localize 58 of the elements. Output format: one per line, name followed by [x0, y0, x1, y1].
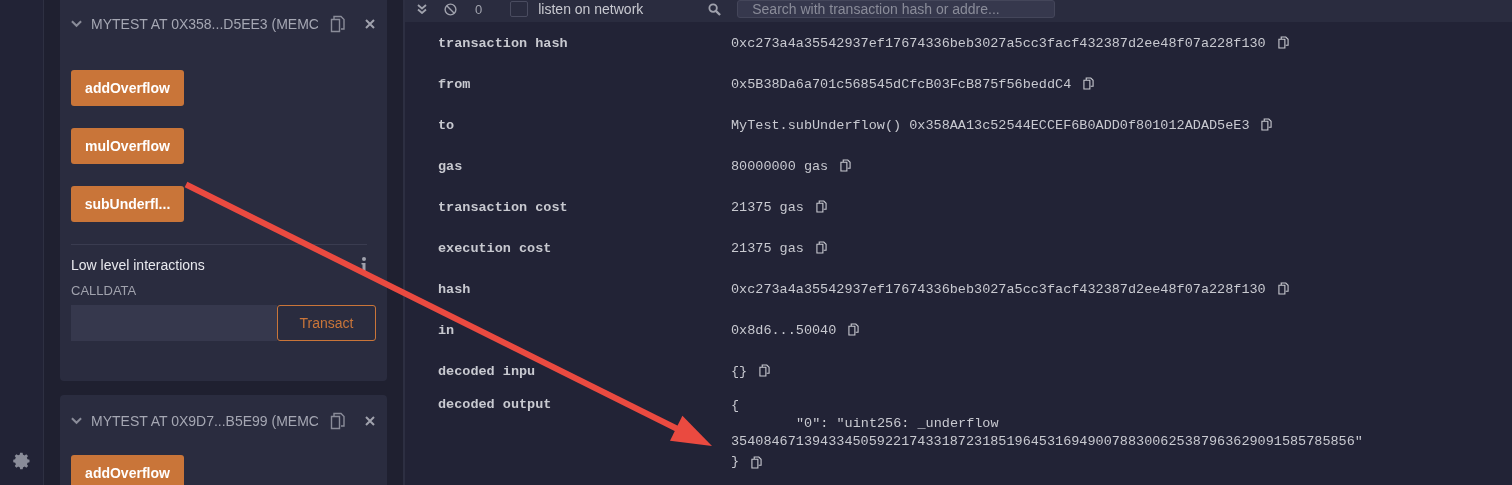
function-button[interactable]: subUnderfl...: [71, 186, 184, 222]
field-value: MyTest.subUnderflow() 0x358AA13c52544ECCEF6B0ADD0f801012ADAD5eE3: [731, 118, 1250, 133]
calldata-field[interactable]: [71, 305, 277, 341]
field-label: hash: [438, 283, 471, 296]
copy-icon[interactable]: [1083, 77, 1095, 90]
field-value: 0xc273a4a35542937ef17674336beb3027a5cc3facf432387d2ee48f07a228f130: [731, 282, 1266, 297]
field-label: in: [438, 324, 455, 337]
function-button[interactable]: addOverflow: [71, 70, 184, 106]
field-value: {}: [731, 364, 748, 379]
chevron-icon[interactable]: [71, 417, 82, 425]
output-line: 35408467139433450592217433187231851964531694900788300625387963629091585785856": [731, 433, 1363, 451]
field-value: 80000000 gas: [731, 159, 829, 174]
instance-title: MYTEST AT 0X9D7...B5E99 (MEMC: [91, 413, 318, 429]
field-value: 0xc273a4a35542937ef17674336beb3027a5cc3facf432387d2ee48f07a228f130: [731, 36, 1266, 51]
copy-icon[interactable]: [751, 455, 763, 469]
output-line: {: [731, 397, 741, 415]
copy-icon[interactable]: [759, 364, 771, 377]
field-label: decoded inpu: [438, 365, 536, 378]
transact-button[interactable]: Transact: [277, 305, 376, 341]
copy-icon[interactable]: [815, 241, 827, 254]
copy-icon[interactable]: [330, 412, 346, 430]
search-icon[interactable]: [708, 2, 722, 16]
field-label: transaction cost: [438, 201, 568, 214]
copy-icon[interactable]: [1261, 118, 1273, 131]
field-value: 0x5B38Da6a701c568545dCfcB03FcB875f56beddC4: [731, 77, 1072, 92]
copy-icon[interactable]: [1277, 36, 1289, 49]
field-value: 21375 gas: [731, 241, 804, 256]
output-line: "0": "uint256: _underflow: [795, 415, 1000, 433]
function-button[interactable]: mulOverflow: [71, 128, 184, 164]
field-label: gas: [438, 160, 463, 173]
field-label: transaction hash: [438, 37, 568, 50]
section-title: Low level interactions: [71, 257, 205, 273]
pending-count: 0: [475, 1, 483, 17]
copy-icon[interactable]: [330, 15, 346, 33]
chevron-icon[interactable]: [71, 20, 82, 28]
field-label: from: [438, 78, 471, 91]
copy-icon[interactable]: [848, 323, 860, 336]
listen-label: listen on network: [538, 1, 645, 17]
field-value: 21375 gas: [731, 200, 804, 215]
listen-checkbox[interactable]: [510, 1, 529, 17]
search-field[interactable]: Search with transaction hash or addre...: [737, 0, 1056, 18]
block-icon[interactable]: [444, 2, 457, 16]
copy-icon[interactable]: [840, 159, 852, 172]
settings-icon[interactable]: [11, 451, 32, 471]
copy-icon[interactable]: [1277, 282, 1289, 295]
calldata-label: CALLDATA: [71, 283, 138, 298]
info-icon[interactable]: [361, 257, 367, 273]
field-label: decoded output: [438, 398, 552, 411]
output-line: }: [731, 453, 740, 471]
field-label: execution cost: [438, 242, 552, 255]
close-icon[interactable]: [365, 19, 375, 29]
double-chevron-icon[interactable]: [417, 4, 427, 14]
close-icon[interactable]: [365, 416, 375, 426]
field-label: to: [438, 119, 455, 132]
instance-title: MYTEST AT 0X358...D5EE3 (MEMC: [91, 16, 318, 32]
copy-icon[interactable]: [815, 200, 827, 213]
field-value: 0x8d6...50040: [731, 323, 837, 338]
function-button[interactable]: addOverflow: [71, 455, 184, 485]
